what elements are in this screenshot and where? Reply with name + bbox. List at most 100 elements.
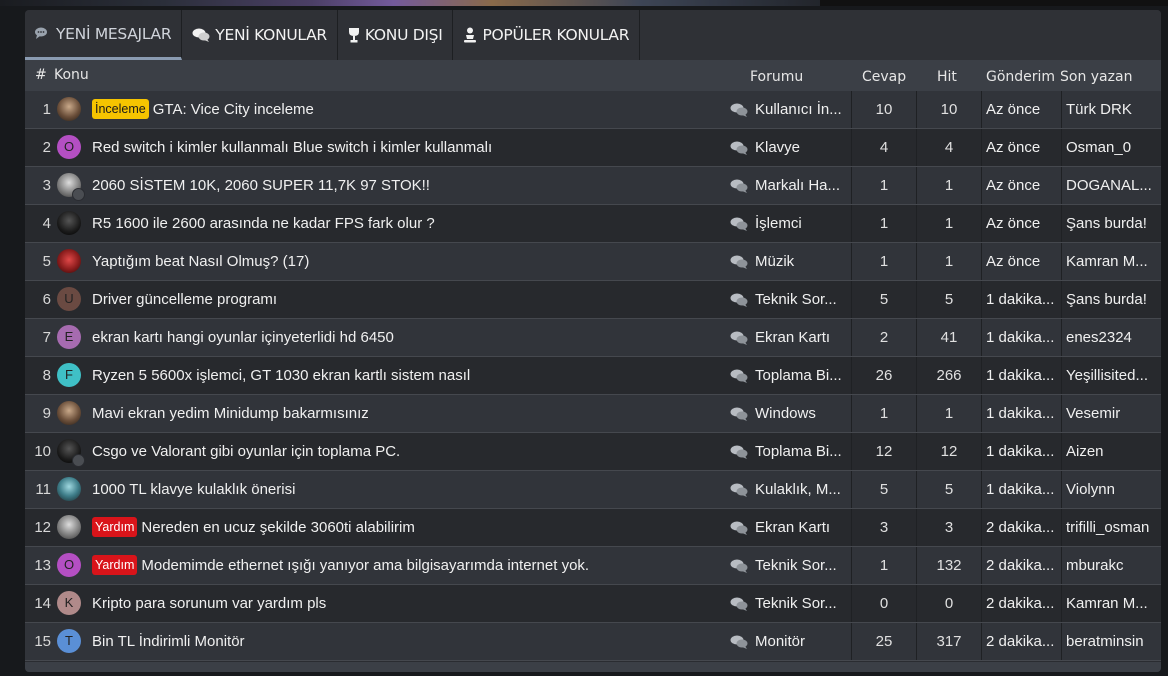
topic-title-link[interactable]: Red switch i kimler kullanmalı Blue swit…	[92, 139, 492, 156]
last-poster-link[interactable]: Osman_0	[1061, 129, 1161, 166]
header-last-poster[interactable]: Son yazan	[1060, 69, 1132, 85]
last-poster-link[interactable]: enes2324	[1061, 319, 1161, 356]
last-poster-link[interactable]: mburakc	[1061, 547, 1161, 584]
last-poster-link[interactable]: Şans burda!	[1061, 205, 1161, 242]
tab-off-topic[interactable]: KONU DIŞI	[338, 10, 454, 60]
avatar[interactable]	[57, 439, 85, 467]
last-poster-link[interactable]: DOGANAL...	[1061, 167, 1161, 204]
forum-link[interactable]: Teknik Sor...	[755, 281, 848, 318]
topic-title-link[interactable]: Mavi ekran yedim Minidump bakarmısınız	[92, 405, 369, 422]
avatar[interactable]	[57, 515, 81, 539]
header-replies[interactable]: Cevap	[862, 69, 906, 85]
tab-new-messages[interactable]: YENİ MESAJLAR	[25, 10, 183, 60]
avatar[interactable]: E	[57, 325, 81, 349]
forum-link[interactable]: Kulaklık, M...	[755, 471, 848, 508]
table-row[interactable]: 9 Mavi ekran yedim Minidump bakarmısınız W…	[25, 395, 1161, 433]
last-poster-link[interactable]: Kamran M...	[1061, 585, 1161, 622]
last-poster-link[interactable]: Vesemir	[1061, 395, 1161, 432]
avatar[interactable]	[57, 97, 81, 121]
table-row[interactable]: 5 Yaptığım beat Nasıl Olmuş? (17) Müzik 1 1 A…	[25, 243, 1161, 281]
post-time-link[interactable]: 2 dakika...	[981, 585, 1065, 622]
last-poster-link[interactable]: trifilli_osman	[1061, 509, 1161, 546]
table-row[interactable]: 4 R5 1600 ile 2600 arasında ne kadar FPS …	[25, 205, 1161, 243]
avatar[interactable]: F	[57, 363, 81, 387]
post-time-link[interactable]: 1 dakika...	[981, 357, 1065, 394]
table-row[interactable]: 1 İnceleme GTA: Vice City inceleme Kullanıc…	[25, 91, 1161, 129]
post-time-link[interactable]: Az önce	[981, 91, 1065, 128]
tab-popular-topics[interactable]: POPÜLER KONULAR	[453, 10, 641, 60]
topic-title-link[interactable]: Nereden en ucuz şekilde 3060ti alabiliri…	[141, 519, 415, 536]
topic-title-link[interactable]: 2060 SİSTEM 10K, 2060 SUPER 11,7K 97 STO…	[92, 177, 430, 194]
table-row[interactable]: 15 T Bin TL İndirimli Monitör Monitör 25 317 2…	[25, 623, 1161, 661]
avatar[interactable]: O	[57, 135, 81, 159]
avatar[interactable]: O	[57, 553, 81, 577]
table-row[interactable]: 10 Csgo ve Valorant gibi oyunlar için top…	[25, 433, 1161, 471]
forum-link[interactable]: Markalı Ha...	[755, 167, 848, 204]
post-time-link[interactable]: 1 dakika...	[981, 433, 1065, 470]
table-row[interactable]: 6 U Driver güncelleme programı Teknik Sor..…	[25, 281, 1161, 319]
topic-title-link[interactable]: Ryzen 5 5600x işlemci, GT 1030 ekran kar…	[92, 367, 470, 384]
header-sent[interactable]: Gönderim	[986, 69, 1055, 85]
post-time-link[interactable]: 1 dakika...	[981, 395, 1065, 432]
prefix-badge[interactable]: Yardım	[92, 555, 138, 575]
topic-title-link[interactable]: Modemimde ethernet ışığı yanıyor ama bil…	[141, 557, 589, 574]
topic-title-link[interactable]: GTA: Vice City inceleme	[153, 101, 314, 118]
avatar[interactable]	[57, 249, 81, 273]
forum-link[interactable]: Teknik Sor...	[755, 585, 848, 622]
post-time-link[interactable]: 2 dakika...	[981, 509, 1065, 546]
avatar[interactable]	[57, 173, 85, 201]
avatar[interactable]	[57, 401, 81, 425]
topic-title-link[interactable]: R5 1600 ile 2600 arasında ne kadar FPS f…	[92, 215, 435, 232]
header-hits[interactable]: Hit	[937, 69, 957, 85]
forum-link[interactable]: Kullanıcı İn...	[755, 91, 848, 128]
post-time-link[interactable]: 1 dakika...	[981, 319, 1065, 356]
post-time-link[interactable]: Az önce	[981, 167, 1065, 204]
forum-link[interactable]: Teknik Sor...	[755, 547, 848, 584]
topic-title-link[interactable]: Bin TL İndirimli Monitör	[92, 633, 245, 650]
post-time-link[interactable]: 2 dakika...	[981, 623, 1065, 660]
topic-title-link[interactable]: ekran kartı hangi oyunlar içinyeterlidi …	[92, 329, 394, 346]
last-poster-link[interactable]: Kamran M...	[1061, 243, 1161, 280]
avatar[interactable]	[57, 477, 81, 501]
forum-link[interactable]: Müzik	[755, 243, 848, 280]
post-time-link[interactable]: 2 dakika...	[981, 547, 1065, 584]
post-time-link[interactable]: Az önce	[981, 205, 1065, 242]
forum-link[interactable]: Windows	[755, 395, 848, 432]
post-time-link[interactable]: Az önce	[981, 243, 1065, 280]
avatar[interactable]: T	[57, 629, 81, 653]
forum-link[interactable]: İşlemci	[755, 205, 848, 242]
topic-title-link[interactable]: 1000 TL klavye kulaklık önerisi	[92, 481, 295, 498]
last-poster-link[interactable]: Şans burda!	[1061, 281, 1161, 318]
topic-title-link[interactable]: Kripto para sorunum var yardım pls	[92, 595, 326, 612]
last-poster-link[interactable]: Violynn	[1061, 471, 1161, 508]
table-row[interactable]: 14 K Kripto para sorunum var yardım pls Tek…	[25, 585, 1161, 623]
table-row[interactable]: 8 F Ryzen 5 5600x işlemci, GT 1030 ekran k…	[25, 357, 1161, 395]
table-row[interactable]: 11 1000 TL klavye kulaklık önerisi Kulaklı…	[25, 471, 1161, 509]
table-row[interactable]: 2 O Red switch i kimler kullanmalı Blue sw…	[25, 129, 1161, 167]
topic-title-link[interactable]: Csgo ve Valorant gibi oyunlar için topla…	[92, 443, 400, 460]
post-time-link[interactable]: Az önce	[981, 129, 1065, 166]
forum-link[interactable]: Ekran Kartı	[755, 319, 848, 356]
table-row[interactable]: 7 Eekran kartı hangi oyunlar içinyeterlid…	[25, 319, 1161, 357]
post-time-link[interactable]: 1 dakika...	[981, 471, 1065, 508]
avatar[interactable]: U	[57, 287, 81, 311]
header-topic[interactable]: Konu	[54, 67, 89, 83]
prefix-badge[interactable]: Yardım	[92, 517, 138, 537]
post-time-link[interactable]: 1 dakika...	[981, 281, 1065, 318]
forum-link[interactable]: Klavye	[755, 129, 848, 166]
forum-link[interactable]: Ekran Kartı	[755, 509, 848, 546]
forum-link[interactable]: Toplama Bi...	[755, 357, 848, 394]
last-poster-link[interactable]: Türk DRK	[1061, 91, 1161, 128]
table-row[interactable]: 12 Yardım Nereden en ucuz şekilde 3060ti a…	[25, 509, 1161, 547]
avatar[interactable]: K	[57, 591, 81, 615]
table-row[interactable]: 13 O Yardım Modemimde ethernet ışığı yanıyo…	[25, 547, 1161, 585]
topic-title-link[interactable]: Driver güncelleme programı	[92, 291, 277, 308]
topic-title-link[interactable]: Yaptığım beat Nasıl Olmuş? (17)	[92, 253, 309, 270]
tab-new-topics[interactable]: YENİ KONULAR	[182, 10, 338, 60]
prefix-badge[interactable]: İnceleme	[92, 99, 149, 119]
last-poster-link[interactable]: beratminsin	[1061, 623, 1161, 660]
header-forum[interactable]: Forumu	[750, 69, 803, 85]
forum-link[interactable]: Toplama Bi...	[755, 433, 848, 470]
last-poster-link[interactable]: Yeşillisited...	[1061, 357, 1161, 394]
forum-link[interactable]: Monitör	[755, 623, 848, 660]
